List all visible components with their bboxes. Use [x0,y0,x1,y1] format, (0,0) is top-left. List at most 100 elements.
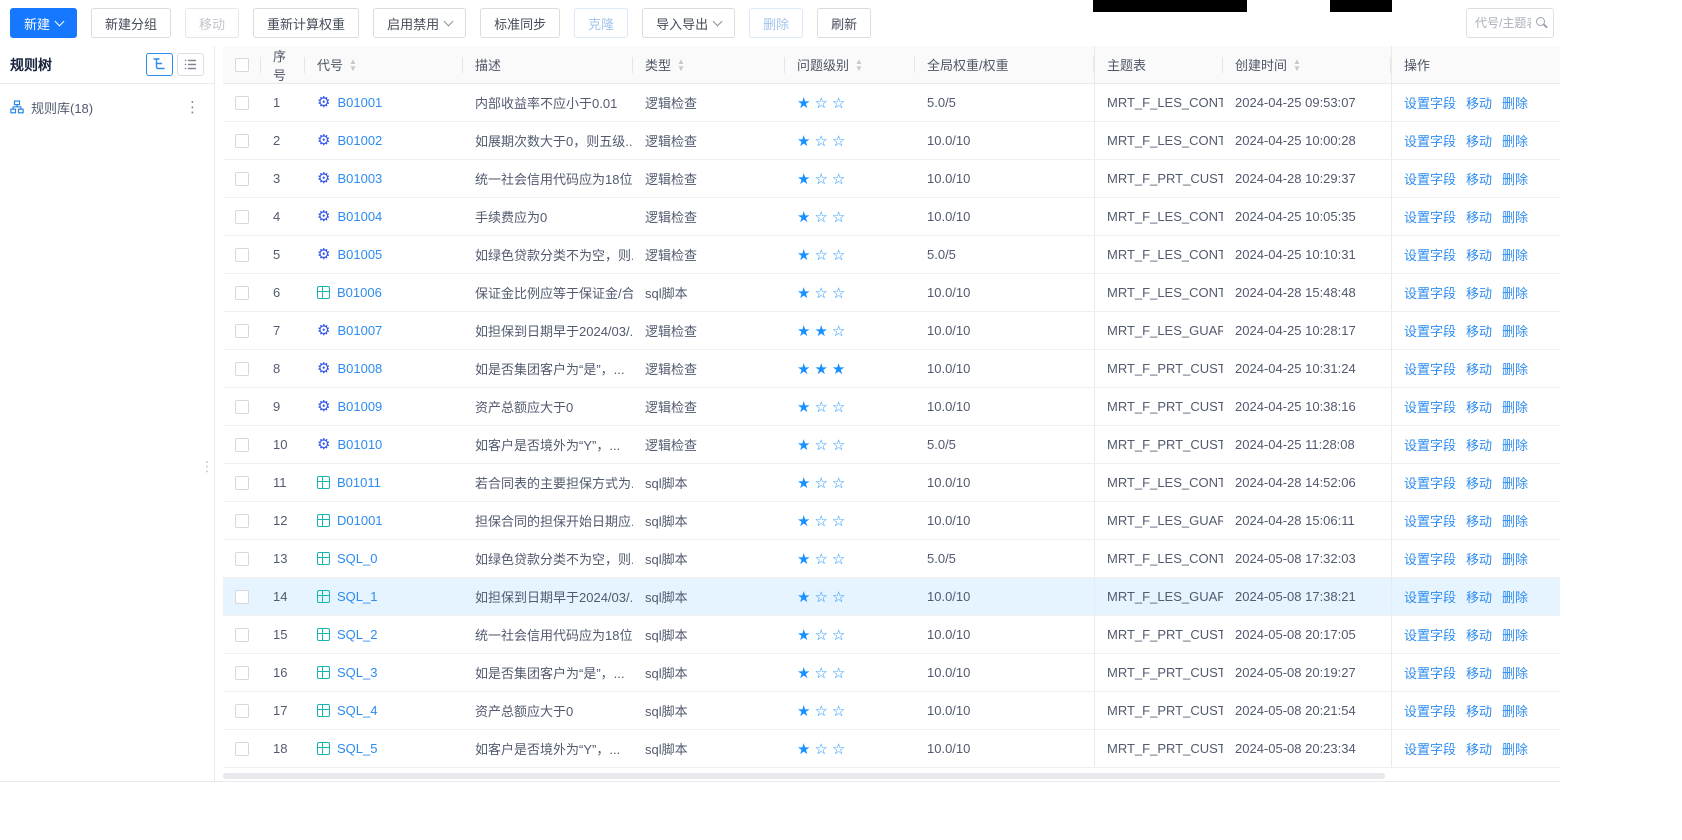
rule-code-link[interactable]: B01002 [337,133,382,148]
delete-link[interactable]: 删除 [1502,625,1528,644]
rule-code-link[interactable]: B01007 [337,323,382,338]
set-fields-link[interactable]: 设置字段 [1404,625,1456,644]
table-row[interactable]: 7⚙B01007如担保到日期早于2024/03/...逻辑检查★★☆10.0/1… [223,312,1560,350]
set-fields-link[interactable]: 设置字段 [1404,663,1456,682]
move-link[interactable]: 移动 [1466,587,1492,606]
row-checkbox[interactable] [235,628,249,642]
sort-icon[interactable]: ▲▼ [1293,58,1301,72]
tree-node-rule-library[interactable]: 规则库(18) ⋮ [0,92,214,122]
set-fields-link[interactable]: 设置字段 [1404,701,1456,720]
set-fields-link[interactable]: 设置字段 [1404,435,1456,454]
delete-link[interactable]: 删除 [1502,549,1528,568]
move-link[interactable]: 移动 [1466,701,1492,720]
row-checkbox[interactable] [235,96,249,110]
rule-code-link[interactable]: SQL_4 [337,703,377,718]
table-row[interactable]: 6B01006保证金比例应等于保证金/合...sql脚本★☆☆10.0/10MR… [223,274,1560,312]
table-row[interactable]: 4⚙B01004手续费应为0逻辑检查★☆☆10.0/10MRT_F_LES_CO… [223,198,1560,236]
rule-code-link[interactable]: SQL_2 [337,627,377,642]
move-link[interactable]: 移动 [1466,321,1492,340]
delete-link[interactable]: 删除 [1502,359,1528,378]
set-fields-link[interactable]: 设置字段 [1404,397,1456,416]
move-link[interactable]: 移动 [1466,397,1492,416]
rule-code-link[interactable]: B01010 [337,437,382,452]
column-header-code[interactable]: 代号 ▲▼ [305,46,463,83]
clone-button[interactable]: 克隆 [574,8,628,38]
table-row[interactable]: 10⚙B01010如客户是否境外为“Y”，...逻辑检查★☆☆5.0/5MRT_… [223,426,1560,464]
tree-view-button[interactable] [146,53,173,76]
move-link[interactable]: 移动 [1466,359,1492,378]
row-checkbox[interactable] [235,590,249,604]
table-row[interactable]: 12D01001担保合同的担保开始日期应...sql脚本★☆☆10.0/10MR… [223,502,1560,540]
set-fields-link[interactable]: 设置字段 [1404,283,1456,302]
sort-icon[interactable]: ▲▼ [677,58,685,72]
move-button[interactable]: 移动 [185,8,239,38]
rule-code-link[interactable]: SQL_5 [337,741,377,756]
delete-link[interactable]: 删除 [1502,169,1528,188]
table-row[interactable]: 16SQL_3如是否集团客户为“是”，...sql脚本★☆☆10.0/10MRT… [223,654,1560,692]
delete-link[interactable]: 删除 [1502,663,1528,682]
row-checkbox[interactable] [235,742,249,756]
delete-link[interactable]: 删除 [1502,321,1528,340]
search-icon[interactable] [1536,17,1545,26]
set-fields-link[interactable]: 设置字段 [1404,739,1456,758]
row-checkbox[interactable] [235,438,249,452]
set-fields-link[interactable]: 设置字段 [1404,359,1456,378]
import-export-button[interactable]: 导入导出 [642,8,735,38]
delete-button[interactable]: 删除 [749,8,803,38]
delete-link[interactable]: 删除 [1502,207,1528,226]
set-fields-link[interactable]: 设置字段 [1404,473,1456,492]
delete-link[interactable]: 删除 [1502,511,1528,530]
set-fields-link[interactable]: 设置字段 [1404,245,1456,264]
set-fields-link[interactable]: 设置字段 [1404,93,1456,112]
move-link[interactable]: 移动 [1466,245,1492,264]
delete-link[interactable]: 删除 [1502,93,1528,112]
rule-code-link[interactable]: B01005 [337,247,382,262]
rule-code-link[interactable]: B01001 [337,95,382,110]
move-link[interactable]: 移动 [1466,663,1492,682]
row-checkbox[interactable] [235,286,249,300]
enable-disable-button[interactable]: 启用禁用 [373,8,466,38]
move-link[interactable]: 移动 [1466,473,1492,492]
table-row[interactable]: 15SQL_2统一社会信用代码应为18位sql脚本★☆☆10.0/10MRT_F… [223,616,1560,654]
table-row[interactable]: 5⚙B01005如绿色贷款分类不为空，则...逻辑检查★☆☆5.0/5MRT_F… [223,236,1560,274]
select-all-checkbox[interactable] [235,58,249,72]
row-checkbox[interactable] [235,134,249,148]
rule-code-link[interactable]: B01008 [337,361,382,376]
set-fields-link[interactable]: 设置字段 [1404,131,1456,150]
table-row[interactable]: 11B01011若合同表的主要担保方式为...sql脚本★☆☆10.0/10MR… [223,464,1560,502]
table-row[interactable]: 13SQL_0如绿色贷款分类不为空，则...sql脚本★☆☆5.0/5MRT_F… [223,540,1560,578]
rule-code-link[interactable]: SQL_0 [337,551,377,566]
rule-code-link[interactable]: B01003 [337,171,382,186]
list-view-button[interactable] [177,53,204,76]
column-header-level[interactable]: 问题级别 ▲▼ [785,46,915,83]
row-checkbox[interactable] [235,514,249,528]
move-link[interactable]: 移动 [1466,131,1492,150]
row-checkbox[interactable] [235,476,249,490]
standard-sync-button[interactable]: 标准同步 [480,8,560,38]
rule-code-link[interactable]: D01001 [337,513,383,528]
move-link[interactable]: 移动 [1466,739,1492,758]
delete-link[interactable]: 删除 [1502,131,1528,150]
set-fields-link[interactable]: 设置字段 [1404,169,1456,188]
row-checkbox[interactable] [235,324,249,338]
delete-link[interactable]: 删除 [1502,701,1528,720]
set-fields-link[interactable]: 设置字段 [1404,207,1456,226]
table-row[interactable]: 17SQL_4资产总额应大于0sql脚本★☆☆10.0/10MRT_F_PRT_… [223,692,1560,730]
row-checkbox[interactable] [235,704,249,718]
table-row[interactable]: 2⚙B01002如展期次数大于0，则五级...逻辑检查★☆☆10.0/10MRT… [223,122,1560,160]
move-link[interactable]: 移动 [1466,625,1492,644]
recalculate-weight-button[interactable]: 重新计算权重 [253,8,359,38]
delete-link[interactable]: 删除 [1502,587,1528,606]
table-row[interactable]: 3⚙B01003统一社会信用代码应为18位逻辑检查★☆☆10.0/10MRT_F… [223,160,1560,198]
sort-icon[interactable]: ▲▼ [349,58,357,72]
delete-link[interactable]: 删除 [1502,397,1528,416]
rule-code-link[interactable]: SQL_3 [337,665,377,680]
rule-code-link[interactable]: B01011 [337,475,381,490]
rule-code-link[interactable]: SQL_1 [337,589,377,604]
row-checkbox[interactable] [235,210,249,224]
delete-link[interactable]: 删除 [1502,435,1528,454]
column-header-type[interactable]: 类型 ▲▼ [633,46,785,83]
row-checkbox[interactable] [235,552,249,566]
table-row[interactable]: 14SQL_1如担保到日期早于2024/03/...sql脚本★☆☆10.0/1… [223,578,1560,616]
set-fields-link[interactable]: 设置字段 [1404,587,1456,606]
